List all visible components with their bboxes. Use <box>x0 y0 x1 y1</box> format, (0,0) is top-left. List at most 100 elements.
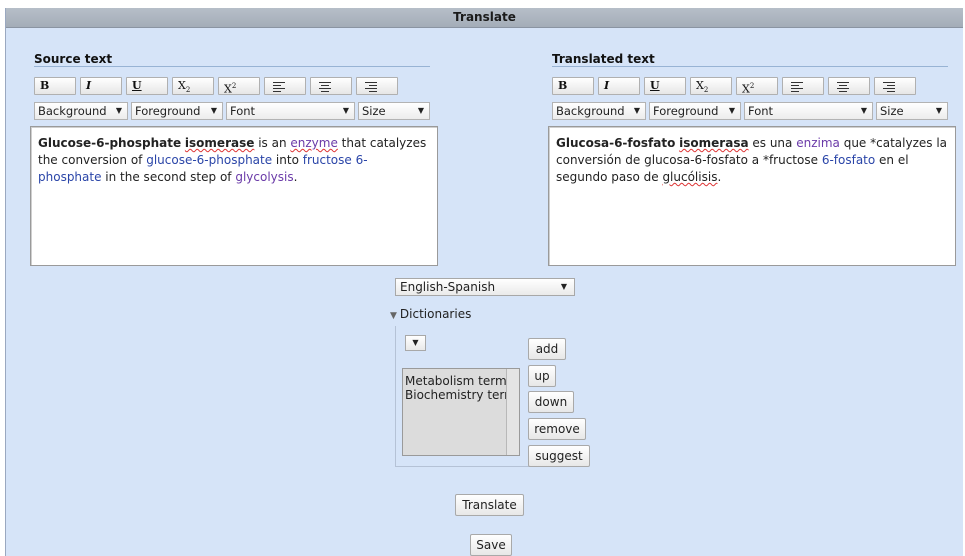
target-word-misspelled: glucólisis <box>662 170 718 184</box>
dropdown-arrow-icon: ▼ <box>560 282 567 291</box>
source-link-glucose[interactable]: glucose-6-phosphate <box>146 153 272 167</box>
target-link-fosfato[interactable]: 6-fosfato <box>822 153 875 167</box>
expand-triangle-icon: ▼ <box>390 311 397 321</box>
dropdown-arrow-icon: ▼ <box>417 106 424 115</box>
list-item[interactable]: Metabolism termi <box>405 374 507 388</box>
move-up-button[interactable]: up <box>528 365 556 387</box>
language-pair-value: English-Spanish <box>400 280 496 294</box>
dictionaries-toggle[interactable]: ▼ Dictionaries <box>390 307 471 321</box>
subscript-mark: 2 <box>185 86 191 95</box>
translated-text-editor[interactable]: Glucosa-6-fosfato isomerasa es una enzim… <box>548 126 956 266</box>
foreground-dropdown-label: Foreground <box>653 104 719 118</box>
language-pair-select[interactable]: English-Spanish ▼ <box>395 278 575 296</box>
superscript-mark: 2 <box>749 82 755 90</box>
dictionary-select[interactable]: ▼ <box>405 335 426 351</box>
bold-label: B <box>558 79 568 92</box>
bold-label: B <box>40 79 50 92</box>
align-right-icon <box>365 82 377 94</box>
dropdown-arrow-icon: ▼ <box>210 106 217 115</box>
font-dropdown-label: Font <box>748 104 774 118</box>
target-text-run: es una <box>748 136 797 150</box>
underline-label: U <box>650 79 660 92</box>
font-dropdown[interactable]: Font ▼ <box>226 102 355 120</box>
italic-button[interactable]: I <box>598 77 640 95</box>
size-dropdown[interactable]: Size ▼ <box>876 102 948 120</box>
bold-button[interactable]: B <box>552 77 594 95</box>
background-dropdown-label: Background <box>38 104 107 118</box>
source-term: Glucose-6-phosphate <box>38 136 182 150</box>
source-title-rule <box>34 66 430 67</box>
dictionaries-label: Dictionaries <box>399 307 472 321</box>
align-center-button[interactable] <box>828 77 870 95</box>
translate-button[interactable]: Translate <box>455 494 524 516</box>
subscript-button[interactable]: X2 <box>172 77 214 95</box>
align-center-button[interactable] <box>310 77 352 95</box>
source-style-dropdowns: Background ▼ Foreground ▼ Font ▼ Size ▼ <box>34 102 430 120</box>
subscript-mark: 2 <box>703 86 709 95</box>
align-center-icon <box>837 82 849 94</box>
target-style-dropdowns: Background ▼ Foreground ▼ Font ▼ Size ▼ <box>552 102 948 120</box>
subscript-button[interactable]: X2 <box>690 77 732 95</box>
background-dropdown-label: Background <box>556 104 625 118</box>
font-dropdown[interactable]: Font ▼ <box>744 102 873 120</box>
align-left-button[interactable] <box>782 77 824 95</box>
move-down-button[interactable]: down <box>528 391 574 413</box>
superscript-button[interactable]: X2 <box>736 77 778 96</box>
background-dropdown[interactable]: Background ▼ <box>34 102 128 120</box>
underline-button[interactable]: U <box>126 77 168 95</box>
dropdown-arrow-icon: ▼ <box>860 106 867 115</box>
list-item[interactable]: Biochemistry terr <box>405 388 507 402</box>
dictionary-list-scrollbar[interactable] <box>506 369 519 455</box>
background-dropdown[interactable]: Background ▼ <box>552 102 646 120</box>
italic-button[interactable]: I <box>80 77 122 95</box>
underline-label: U <box>132 79 142 92</box>
target-term: Glucosa-6-fosfato <box>556 136 676 150</box>
dropdown-arrow-icon: ▼ <box>115 106 122 115</box>
dropdown-arrow-icon: ▼ <box>342 106 349 115</box>
size-dropdown-label: Size <box>880 104 904 118</box>
dropdown-arrow-icon: ▼ <box>633 106 640 115</box>
source-link-enzyme[interactable]: enzyme <box>290 136 337 150</box>
align-center-icon <box>319 82 331 94</box>
source-link-glycolysis[interactable]: glycolysis <box>235 170 293 184</box>
font-dropdown-label: Font <box>230 104 256 118</box>
foreground-dropdown[interactable]: Foreground ▼ <box>649 102 741 120</box>
target-text-run: . <box>717 170 722 184</box>
source-text-run: is an <box>254 136 291 150</box>
bold-button[interactable]: B <box>34 77 76 95</box>
underline-button[interactable]: U <box>644 77 686 95</box>
target-term-misspelled: isomerasa <box>679 136 749 150</box>
superscript-button[interactable]: X2 <box>218 77 260 96</box>
subscript-label: X <box>178 79 186 92</box>
superscript-mark: 2 <box>231 82 237 90</box>
source-text-editor[interactable]: Glucose-6-phosphate isomerase is an enzy… <box>30 126 438 266</box>
source-format-toolbar: B I U X2 X2 <box>34 77 398 96</box>
italic-label: I <box>86 79 92 92</box>
dropdown-arrow-icon: ▼ <box>412 338 419 347</box>
superscript-label: X <box>224 82 232 96</box>
foreground-dropdown[interactable]: Foreground ▼ <box>131 102 223 120</box>
dropdown-arrow-icon: ▼ <box>935 106 942 115</box>
dropdown-arrow-icon: ▼ <box>728 106 735 115</box>
save-button[interactable]: Save <box>470 534 512 556</box>
align-right-button[interactable] <box>356 77 398 95</box>
translated-text-title: Translated text <box>552 52 655 66</box>
source-text-run: into <box>272 153 303 167</box>
dictionary-list[interactable]: Metabolism termi Biochemistry terr <box>402 368 520 456</box>
italic-label: I <box>604 79 610 92</box>
add-dictionary-button[interactable]: add <box>528 338 566 360</box>
foreground-dropdown-label: Foreground <box>135 104 201 118</box>
source-term-misspelled: isomerase <box>184 136 255 150</box>
size-dropdown[interactable]: Size ▼ <box>358 102 430 120</box>
remove-dictionary-button[interactable]: remove <box>528 418 586 440</box>
source-text-run: in the second step of <box>101 170 236 184</box>
size-dropdown-label: Size <box>362 104 386 118</box>
target-link-enzima[interactable]: enzima <box>796 136 840 150</box>
window-title: Translate <box>6 8 963 28</box>
suggest-dictionary-button[interactable]: suggest <box>528 445 590 467</box>
align-left-button[interactable] <box>264 77 306 95</box>
align-left-icon <box>791 82 803 94</box>
translated-title-rule <box>552 66 948 67</box>
align-right-button[interactable] <box>874 77 916 95</box>
source-text-title: Source text <box>34 52 113 66</box>
